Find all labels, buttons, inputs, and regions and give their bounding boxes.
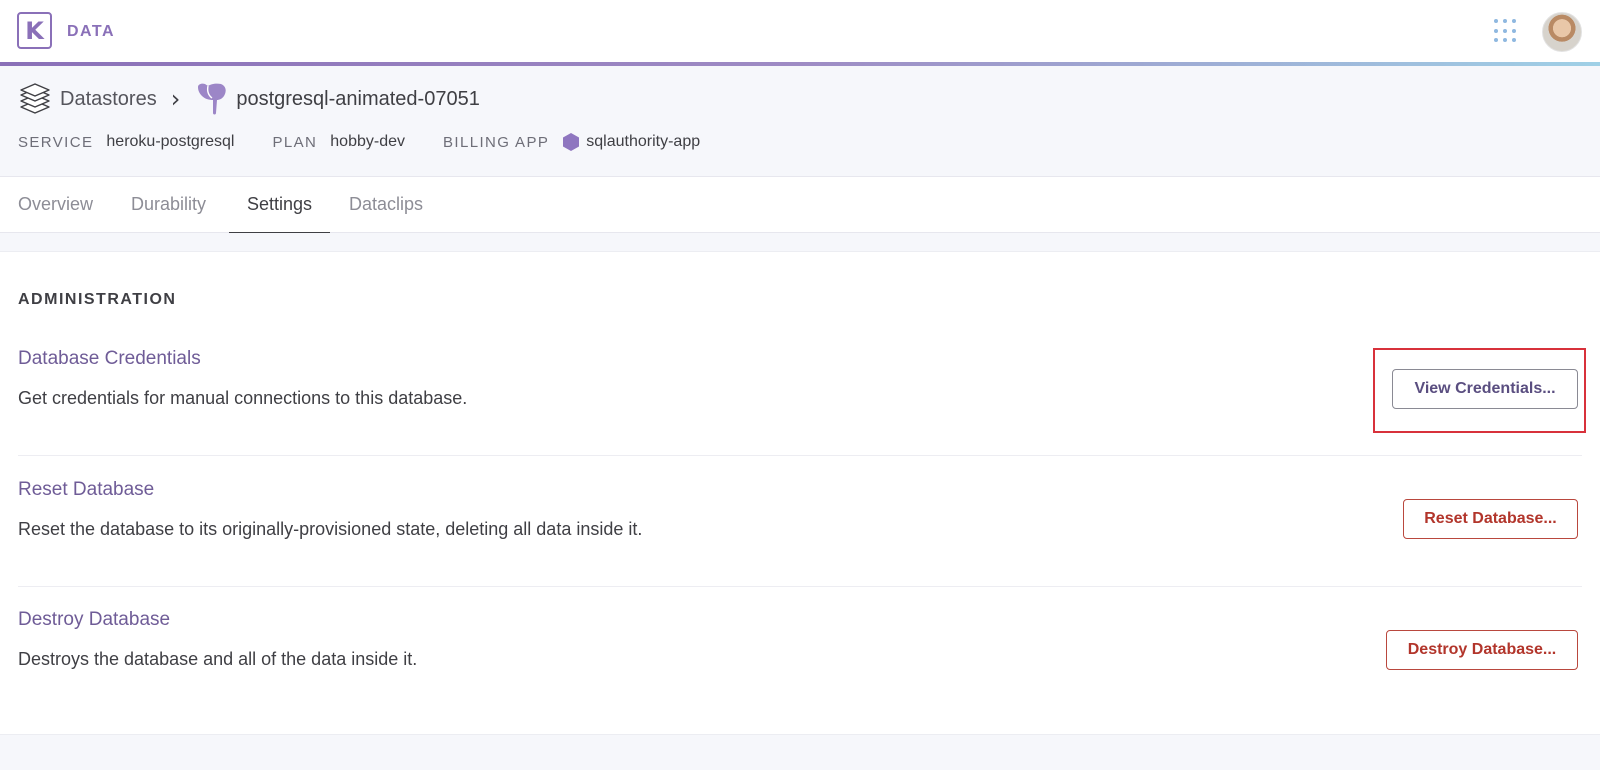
highlight-annotation: [1373, 348, 1586, 433]
resource-tabs: Overview Durability Settings Dataclips: [0, 176, 1600, 233]
meta-billing-app-link[interactable]: sqlauthority-app: [586, 133, 700, 151]
tab-durability[interactable]: Durability: [131, 177, 206, 233]
reset-database-button[interactable]: Reset Database...: [1403, 499, 1578, 539]
tab-overview[interactable]: Overview: [18, 177, 93, 233]
resource-meta: SERVICE heroku-postgresql PLAN hobby-dev…: [18, 132, 738, 152]
avatar[interactable]: [1542, 12, 1582, 52]
breadcrumb-datastores-link[interactable]: Datastores: [60, 88, 157, 111]
heroku-logo-icon[interactable]: K: [17, 12, 52, 49]
meta-service-value: heroku-postgresql: [106, 133, 235, 150]
divider: [18, 586, 1582, 587]
datastores-stack-icon: [20, 83, 50, 114]
credentials-row: Database Credentials Get credentials for…: [18, 348, 1582, 408]
apps-grid-icon[interactable]: [1494, 19, 1518, 43]
meta-plan-value: hobby-dev: [330, 133, 405, 150]
tab-settings[interactable]: Settings: [229, 177, 330, 233]
row-title: Destroy Database: [18, 609, 171, 630]
row-title: Reset Database: [18, 479, 155, 500]
meta-service-label: SERVICE: [18, 133, 94, 151]
row-description: Get credentials for manual connections t…: [18, 388, 468, 408]
destroy-database-button[interactable]: Destroy Database...: [1386, 630, 1578, 670]
chevron-right-icon: ›: [170, 85, 181, 113]
postgres-elephant-icon: [198, 83, 227, 115]
breadcrumb-current-resource: postgresql-animated-07051: [236, 87, 480, 110]
meta-plan-label: PLAN: [272, 133, 318, 151]
resource-header: Datastores › postgresql-animated-07051 S…: [0, 66, 1600, 176]
divider: [18, 455, 1582, 456]
reset-row: Reset Database Reset the database to its…: [18, 479, 1582, 539]
destroy-row: Destroy Database Destroys the database a…: [18, 609, 1582, 669]
top-navbar: K DATA: [0, 0, 1600, 62]
app-name: DATA: [67, 23, 116, 40]
breadcrumb: Datastores › postgresql-animated-07051: [18, 81, 480, 117]
hexagon-app-icon: [563, 133, 580, 151]
administration-panel: ADMINISTRATION Database Credentials Get …: [0, 251, 1600, 735]
section-heading: ADMINISTRATION: [18, 291, 177, 308]
row-description: Reset the database to its originally-pro…: [18, 519, 643, 539]
tab-dataclips[interactable]: Dataclips: [349, 177, 423, 233]
meta-billing-app-label: BILLING APP: [442, 133, 550, 151]
row-description: Destroys the database and all of the dat…: [18, 649, 418, 669]
row-title: Database Credentials: [18, 348, 201, 369]
